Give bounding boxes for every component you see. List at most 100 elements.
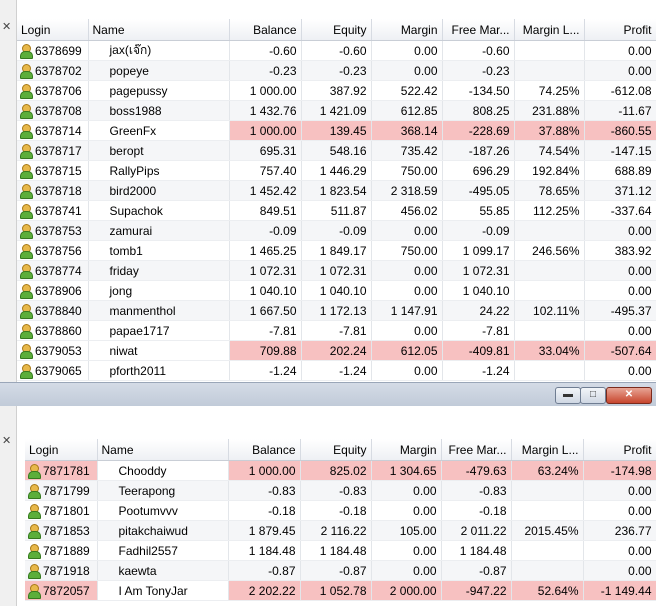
profit-cell: 0.00 [584, 280, 656, 301]
login-value: 6378702 [35, 63, 82, 78]
margin-level-cell [511, 560, 584, 581]
close-icon[interactable]: ✕ [2, 20, 11, 33]
column-header-margin[interactable]: Margin [371, 19, 443, 41]
user-icon [19, 43, 33, 59]
table-row[interactable]: 7871889 Fadhil2557 1 184.48 1 184.48 0.00 1 1… [25, 540, 656, 561]
table-row[interactable]: 6378774 friday 1 072.31 1 072.31 0.00 1 072.3… [17, 260, 656, 281]
column-header-free-margin[interactable]: Free Mar... [441, 439, 512, 461]
margin-level-cell [511, 500, 584, 521]
login-cell: 7871853 [25, 520, 98, 541]
profit-cell: -1 149.44 [583, 580, 656, 601]
column-header-margin-level[interactable]: Margin L... [514, 19, 585, 41]
name-cell: jax(เจ๊ก) [88, 40, 230, 61]
table-row[interactable]: 6378860 papae1717 -7.81 -7.81 0.00 -7.81 0.00 [17, 320, 656, 341]
table-row[interactable]: 6378699 jax(เจ๊ก) -0.60 -0.60 0.00 -0.60 0.00 [17, 40, 656, 61]
balance-cell: 1 000.00 [229, 120, 302, 141]
margin-level-cell: 112.25% [514, 200, 585, 221]
header-row: Login Name Balance Equity Margin Free Mar... M… [25, 439, 656, 461]
equity-cell: -0.83 [300, 480, 372, 501]
table-row[interactable]: 6378718 bird2000 1 452.42 1 823.54 2 318.59-… [17, 180, 656, 201]
close-icon[interactable]: ✕ [2, 434, 11, 447]
window-titlebar[interactable]: ▬ □ ✕ [0, 382, 656, 407]
column-header-free-margin[interactable]: Free Mar... [442, 19, 515, 41]
table-row[interactable]: 6378756 tomb1 1 465.25 1 849.17 750.00 1 099.… [17, 240, 656, 261]
table-row[interactable]: 6378840 manmenthol 1 667.50 1 172.13 1 147.9… [17, 300, 656, 321]
login-cell: 6378741 [17, 200, 89, 221]
equity-cell: 2 116.22 [300, 520, 372, 541]
profit-cell: -612.08 [584, 80, 656, 101]
margin-level-cell [514, 280, 585, 301]
column-header-margin-level[interactable]: Margin L... [511, 439, 584, 461]
table-row[interactable]: 6378741 Supachok 849.51 511.87 456.02 55.85 11… [17, 200, 656, 221]
user-icon [19, 123, 33, 139]
table-row[interactable]: 7871801 Pootumvvv -0.18 -0.18 0.00 -0.18 0.00 [25, 500, 656, 521]
free-margin-cell: -134.50 [442, 80, 515, 101]
margin-level-cell: 102.11% [514, 300, 585, 321]
margin-cell: 0.00 [371, 60, 443, 81]
table-row[interactable]: 7872057 I Am TonyJar 2 202.22 1 052.78 2 000… [25, 580, 656, 601]
table-row[interactable]: 6378717 beropt 695.31 548.16 735.42 -187.26 74… [17, 140, 656, 161]
column-header-balance[interactable]: Balance [228, 439, 301, 461]
margin-cell: 2 318.59 [371, 180, 443, 201]
margin-cell: 105.00 [371, 520, 442, 541]
table-row[interactable]: 6378702 popeye -0.23 -0.23 0.00 -0.23 0.00 [17, 60, 656, 81]
table-row[interactable]: 7871781 Chooddy 1 000.00 825.02 1 304.65 -479… [25, 460, 656, 481]
name-cell: pagepussy [88, 80, 230, 101]
margin-level-cell: 2015.45% [511, 520, 584, 541]
column-header-profit[interactable]: Profit [584, 19, 656, 41]
column-header-name[interactable]: Name [88, 19, 230, 41]
table-row[interactable]: 7871799 Teerapong -0.83 -0.83 0.00 -0.83 0.00 [25, 480, 656, 501]
close-button[interactable]: ✕ [606, 387, 652, 404]
table-row[interactable]: 6378715 RallyPips 757.40 1 446.29 750.00 696.… [17, 160, 656, 181]
table-row[interactable]: 7871853 pitakchaiwud 1 879.45 2 116.22 105.0… [25, 520, 656, 541]
table-row[interactable]: 6378714 GreenFx 1 000.00 139.45 368.14 -228.6… [17, 120, 656, 141]
column-header-login[interactable]: Login [17, 19, 89, 41]
table-row[interactable]: 6378906 jong 1 040.10 1 040.10 0.00 1 040.10 0… [17, 280, 656, 301]
margin-level-cell [514, 320, 585, 341]
table-row[interactable]: 6378753 zamurai -0.09 -0.09 0.00 -0.09 0.00 [17, 220, 656, 241]
margin-level-cell [514, 40, 585, 61]
bottom-accounts-pane: ✕ Login Name Balance Equity Margin Free Mar..… [0, 406, 656, 606]
equity-cell: 1 052.78 [300, 580, 372, 601]
column-header-margin[interactable]: Margin [371, 439, 442, 461]
column-header-login[interactable]: Login [25, 439, 98, 461]
equity-cell: 1 421.09 [301, 100, 372, 121]
name-cell: Pootumvvv [97, 500, 229, 521]
column-header-equity[interactable]: Equity [300, 439, 372, 461]
table-row[interactable]: 6379065 pforth2011 -1.24 -1.24 0.00 -1.24 0.00 [17, 360, 656, 381]
name-cell: Chooddy [97, 460, 229, 481]
table-row[interactable]: 7871918 kaewta -0.87 -0.87 0.00 -0.87 0.00 [25, 560, 656, 581]
free-margin-cell: -0.60 [442, 40, 515, 61]
table-row[interactable]: 6379053 niwat 709.88 202.24 612.05 -409.81 33.… [17, 340, 656, 361]
login-cell: 7871918 [25, 560, 98, 581]
free-margin-cell: -228.69 [442, 120, 515, 141]
profit-cell: 688.89 [584, 160, 656, 181]
login-cell: 6378699 [17, 40, 89, 61]
login-cell: 7871799 [25, 480, 98, 501]
table-row[interactable]: 6378706 pagepussy 1 000.00 387.92 522.42 -134… [17, 80, 656, 101]
minimize-button[interactable]: ▬ [555, 387, 581, 404]
maximize-button[interactable]: □ [580, 387, 606, 404]
column-header-name[interactable]: Name [97, 439, 229, 461]
margin-cell: 0.00 [371, 280, 443, 301]
margin-cell: 612.05 [371, 340, 443, 361]
user-icon [19, 203, 33, 219]
profit-cell: 0.00 [583, 480, 656, 501]
margin-cell: 0.00 [371, 540, 442, 561]
column-header-profit[interactable]: Profit [583, 439, 656, 461]
column-header-balance[interactable]: Balance [229, 19, 302, 41]
login-value: 7872057 [43, 583, 90, 598]
column-header-equity[interactable]: Equity [301, 19, 372, 41]
balance-cell: 2 202.22 [228, 580, 301, 601]
name-cell: pforth2011 [88, 360, 230, 381]
margin-cell: 0.00 [371, 260, 443, 281]
left-strip-bottom: ✕ [0, 406, 17, 606]
name-cell: kaewta [97, 560, 229, 581]
table-row[interactable]: 6378708 boss1988 1 432.76 1 421.09 612.85 808… [17, 100, 656, 121]
name-cell: papae1717 [88, 320, 230, 341]
user-icon [19, 303, 33, 319]
margin-cell: 522.42 [371, 80, 443, 101]
login-cell: 6378840 [17, 300, 89, 321]
name-cell: tomb1 [88, 240, 230, 261]
free-margin-cell: -479.63 [441, 460, 512, 481]
